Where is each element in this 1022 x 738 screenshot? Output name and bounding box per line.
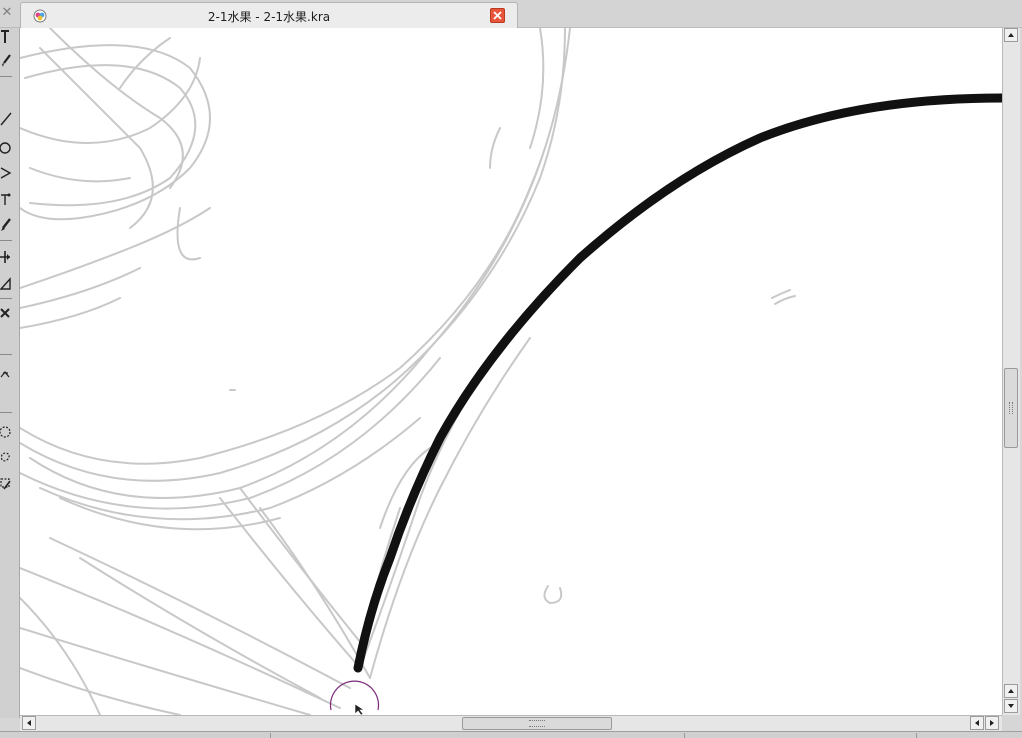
- canvas-artwork: [20, 28, 1002, 715]
- document-tab-bar: ✕ 2-1水果 - 2-1水果.kra: [0, 0, 1022, 28]
- brush-icon[interactable]: [0, 52, 14, 70]
- toolbox-separator: [0, 412, 12, 413]
- ink-stroke: [353, 93, 1002, 673]
- bezier-icon[interactable]: [0, 190, 14, 208]
- toolbox-separator: [0, 76, 12, 77]
- vertical-scrollbar[interactable]: [1002, 28, 1020, 715]
- vertical-scroll-thumb[interactable]: [1004, 368, 1018, 448]
- toolbox-separator: [0, 298, 12, 299]
- scroll-grip-icon: [1009, 402, 1013, 414]
- close-icon[interactable]: [490, 8, 505, 23]
- polyline-icon[interactable]: [0, 164, 14, 182]
- arrow-up-icon[interactable]: [1004, 28, 1018, 42]
- arrow-up-icon[interactable]: [1004, 684, 1018, 698]
- arrow-right-icon[interactable]: [985, 716, 999, 730]
- crop-icon[interactable]: [0, 304, 14, 322]
- pencil-sketch-layer: [20, 28, 796, 715]
- scroll-grip-icon: [529, 720, 545, 727]
- arrow-left-icon[interactable]: [970, 716, 984, 730]
- line-icon[interactable]: [0, 110, 14, 128]
- status-separator: [916, 733, 917, 738]
- magic-select-icon[interactable]: [0, 474, 14, 492]
- krita-window: ✕ 2-1水果 - 2-1水果.kra: [0, 0, 1022, 738]
- horizontal-scrollbar[interactable]: [20, 715, 1002, 731]
- close-icon[interactable]: ✕: [0, 4, 14, 22]
- horizontal-scroll-thumb[interactable]: [462, 717, 612, 730]
- drawing-canvas[interactable]: [20, 28, 1002, 715]
- text-icon[interactable]: [0, 28, 14, 46]
- ellipse-select-icon[interactable]: [0, 422, 14, 440]
- assistant-icon[interactable]: [0, 364, 14, 382]
- status-bar: [0, 731, 1022, 738]
- toolbox-separator: [0, 240, 12, 241]
- move-icon[interactable]: [0, 248, 14, 266]
- status-separator: [684, 733, 685, 738]
- status-separator: [270, 733, 271, 738]
- transform-icon[interactable]: [0, 274, 14, 292]
- tab-title: 2-1水果 - 2-1水果.kra: [207, 10, 331, 24]
- document-tab[interactable]: 2-1水果 - 2-1水果.kra: [20, 2, 518, 28]
- arrow-left-icon[interactable]: [22, 716, 36, 730]
- toolbox-separator: [0, 354, 12, 355]
- toolbox: [0, 28, 20, 718]
- arrow-down-icon[interactable]: [1004, 699, 1018, 713]
- ellipse-icon[interactable]: [0, 138, 14, 156]
- dynamic-brush-icon[interactable]: [0, 216, 14, 234]
- lasso-select-icon[interactable]: [0, 448, 14, 466]
- brush-outline-cursor-icon: [329, 680, 380, 715]
